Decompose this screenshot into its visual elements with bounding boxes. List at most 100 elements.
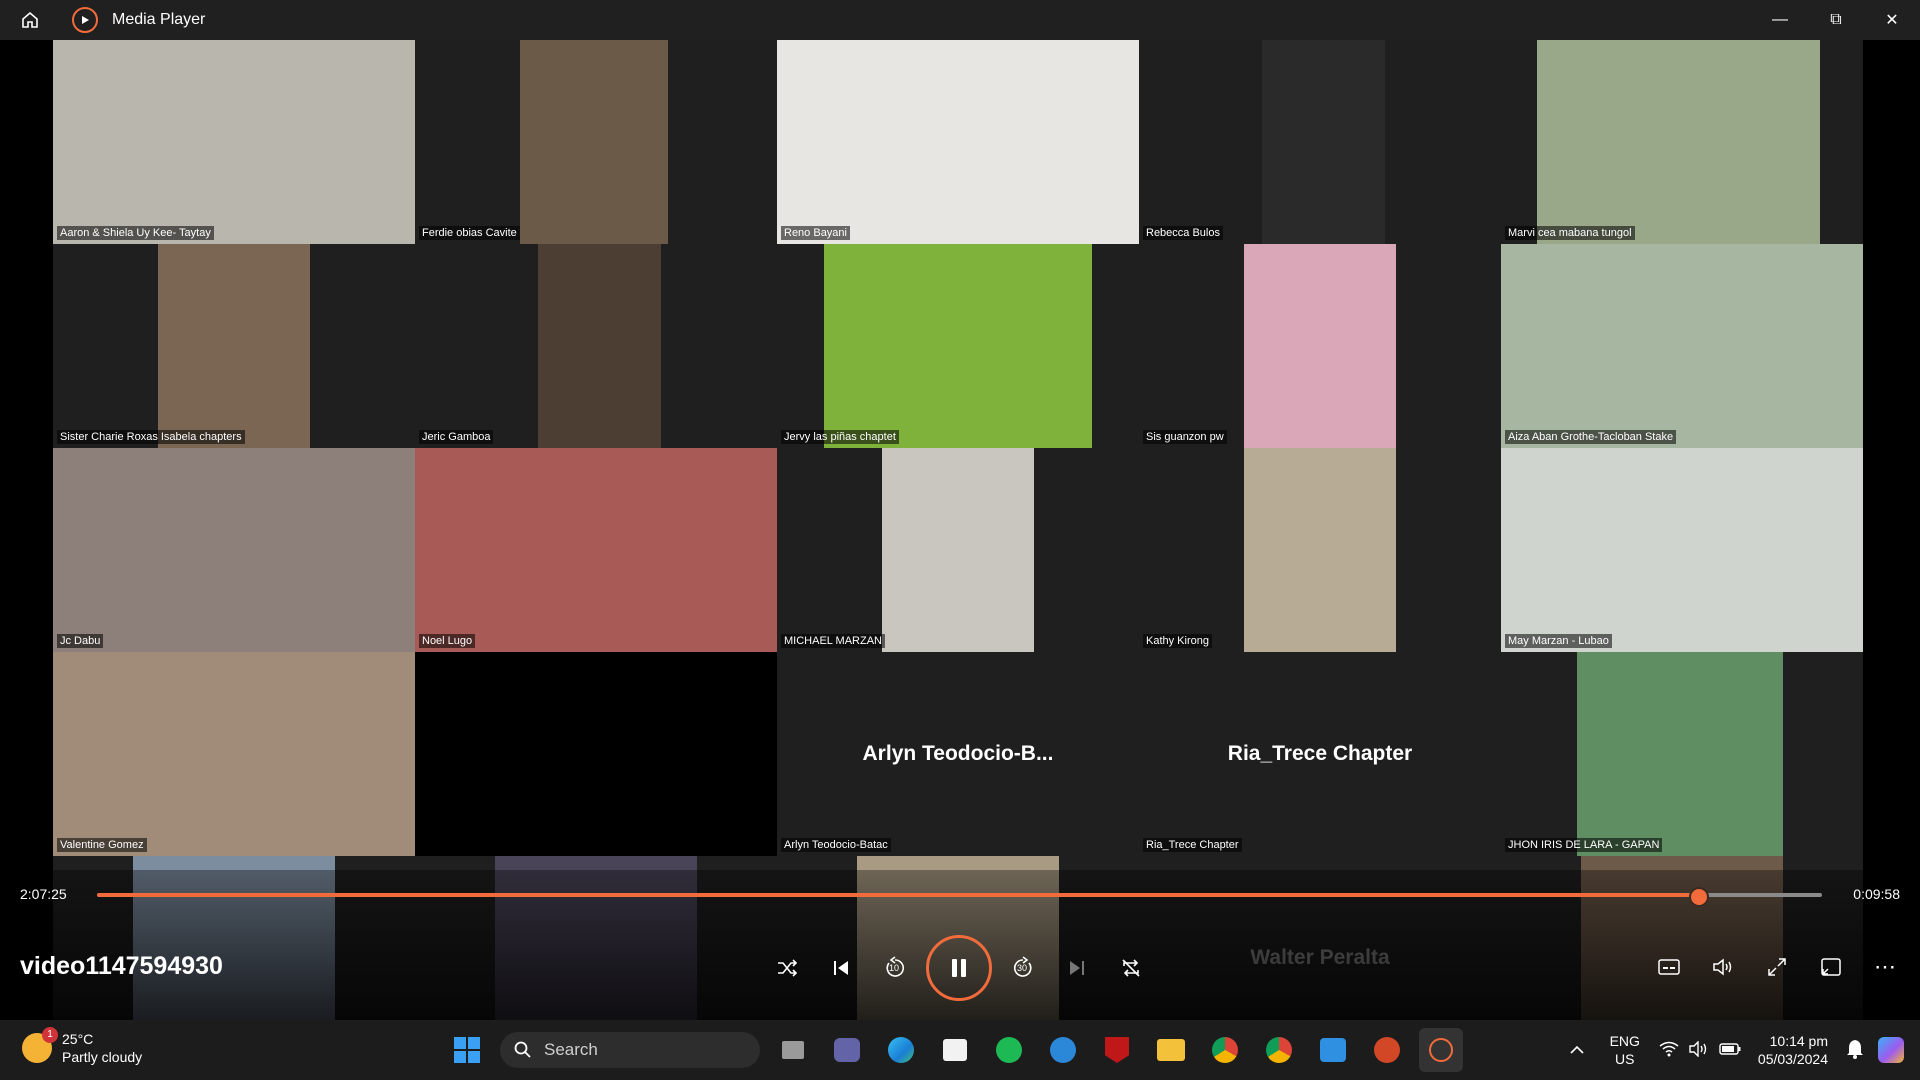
photos-icon[interactable] [1311, 1028, 1355, 1072]
previous-button[interactable] [814, 941, 868, 995]
participant-video [881, 448, 1035, 652]
taskbar-apps: Search [440, 1028, 1468, 1072]
elapsed-time: 2:07:25 [20, 886, 67, 902]
language-indicator[interactable]: ENG US [1610, 1032, 1640, 1068]
copilot-icon[interactable] [1878, 1037, 1904, 1063]
captions-icon[interactable] [1642, 940, 1696, 994]
repeat-button[interactable] [1104, 941, 1158, 995]
participant-video [415, 448, 777, 652]
participant-name-label: Sis guanzon pw [1143, 430, 1227, 444]
seek-bar-thumb[interactable] [1688, 887, 1709, 907]
shuffle-button[interactable] [760, 941, 814, 995]
participant-video [157, 244, 311, 448]
participant-tile[interactable]: Sis guanzon pw [1139, 244, 1501, 448]
teams-icon[interactable] [825, 1028, 869, 1072]
participant-display-name: Arlyn Teodocio-B... [862, 742, 1054, 765]
volume-icon[interactable] [1696, 940, 1750, 994]
battery-icon[interactable] [1719, 1042, 1741, 1059]
participant-tile[interactable]: Aaron & Shiela Uy Kee- Taytay [53, 40, 415, 244]
seek-bar[interactable] [97, 887, 1822, 907]
powerpoint-icon[interactable] [1365, 1028, 1409, 1072]
next-button[interactable] [1050, 941, 1104, 995]
participant-name-label: Sister Charie Roxas Isabela chapters [57, 430, 245, 444]
participant-tile[interactable]: May Marzan - Lubao [1501, 448, 1863, 652]
participant-name-label: Jeric Gamboa [419, 430, 494, 444]
mcafee-icon[interactable] [1095, 1028, 1139, 1072]
player-right-controls: ⋯ [1642, 940, 1912, 994]
participant-tile[interactable]: Aiza Aban Grothe-Tacloban Stake [1501, 244, 1863, 448]
participant-tile[interactable]: Jervy las piñas chaptet [777, 244, 1139, 448]
participant-video [519, 40, 669, 244]
file-explorer-icon[interactable] [1149, 1028, 1193, 1072]
participant-tile[interactable]: Ferdie obias Cavite [415, 40, 777, 244]
seek-bar-fill [97, 893, 1697, 897]
participant-tile[interactable]: Jeric Gamboa [415, 244, 777, 448]
participant-tile[interactable]: Reno Bayani [777, 40, 1139, 244]
restore-button[interactable]: ⧉ [1808, 0, 1864, 40]
notification-bell-icon[interactable] [1846, 1039, 1864, 1062]
start-icon[interactable] [445, 1028, 489, 1072]
participant-tile[interactable]: MICHAEL MARZAN [777, 448, 1139, 652]
app-title: Media Player [112, 11, 206, 28]
participant-name-label: Kathy Kirong [1143, 634, 1212, 648]
store-icon[interactable] [933, 1028, 977, 1072]
skip-back-button[interactable]: 10 [868, 941, 922, 995]
chrome-icon[interactable] [1203, 1028, 1247, 1072]
participant-tile[interactable]: Jc Dabu [53, 448, 415, 652]
speaker-icon[interactable] [1689, 1039, 1709, 1060]
chrome-profile-icon[interactable] [1257, 1028, 1301, 1072]
participant-name-label: MICHAEL MARZAN [781, 634, 885, 648]
participant-tile[interactable]: Arlyn Teodocio-B... Arlyn Teodocio-Batac [777, 652, 1139, 856]
task-view-icon[interactable] [771, 1028, 815, 1072]
participant-name-label: Ria_Trece Chapter [1143, 838, 1242, 852]
minimize-button[interactable]: — [1752, 0, 1808, 40]
weather-badge: 1 [42, 1027, 58, 1043]
participant-tile[interactable]: Kathy Kirong [1139, 448, 1501, 652]
video-title: video1147594930 [20, 952, 223, 980]
media-player-icon [72, 7, 98, 33]
participant-tile[interactable] [415, 652, 777, 856]
participant-video [1243, 448, 1397, 652]
participant-name-label: Jc Dabu [57, 634, 104, 648]
participant-tile[interactable]: Rebecca Bulos [1139, 40, 1501, 244]
get-help-icon[interactable] [1041, 1028, 1085, 1072]
more-options-icon[interactable]: ⋯ [1858, 940, 1912, 994]
participant-tile[interactable]: Marvi cea mabana tungol [1501, 40, 1863, 244]
participant-video [1537, 40, 1820, 244]
title-bar: Media Player — ⧉ ✕ [0, 0, 1920, 40]
participant-name-label: Noel Lugo [419, 634, 476, 648]
edge-icon[interactable] [879, 1028, 923, 1072]
wifi-icon[interactable] [1659, 1041, 1679, 1060]
participant-tile[interactable]: Sister Charie Roxas Isabela chapters [53, 244, 415, 448]
clock[interactable]: 10:14 pm 05/03/2024 [1758, 1032, 1828, 1068]
participant-video [538, 244, 662, 448]
skip-forward-button[interactable]: 30 [996, 941, 1050, 995]
participant-display-name: Ria_Trece Chapter [1227, 742, 1413, 765]
spotify-icon[interactable] [987, 1028, 1031, 1072]
participant-name-label: Arlyn Teodocio-Batac [781, 838, 891, 852]
close-button[interactable]: ✕ [1864, 0, 1920, 40]
participant-tile[interactable]: Ria_Trece Chapter Ria_Trece Chapter [1139, 652, 1501, 856]
participant-tile[interactable]: JHON IRIS DE LARA - GAPAN [1501, 652, 1863, 856]
taskbar-search[interactable]: Search [500, 1032, 760, 1068]
participant-video [53, 40, 415, 244]
participant-name-label: JHON IRIS DE LARA - GAPAN [1505, 838, 1663, 852]
participant-video [1577, 652, 1784, 856]
participant-tile[interactable]: Valentine Gomez [53, 652, 415, 856]
participant-name-label: Ferdie obias Cavite [419, 226, 520, 240]
remaining-time: 0:09:58 [1853, 886, 1900, 902]
search-icon [514, 1041, 531, 1058]
chevron-up-icon[interactable] [1570, 1042, 1584, 1058]
mini-player-icon[interactable] [1804, 940, 1858, 994]
participant-name-label: Jervy las piñas chaptet [781, 430, 899, 444]
weather-widget[interactable]: 1 25°C Partly cloudy [22, 1027, 142, 1066]
home-icon[interactable] [10, 0, 50, 40]
fullscreen-icon[interactable] [1750, 940, 1804, 994]
participant-video [1501, 244, 1863, 448]
participant-name-label: Valentine Gomez [57, 838, 147, 852]
media-player-taskbar-icon[interactable] [1419, 1028, 1463, 1072]
participant-tile[interactable]: Noel Lugo [415, 448, 777, 652]
participant-video [53, 448, 415, 652]
participant-video [415, 652, 777, 856]
pause-button[interactable] [926, 935, 992, 1001]
